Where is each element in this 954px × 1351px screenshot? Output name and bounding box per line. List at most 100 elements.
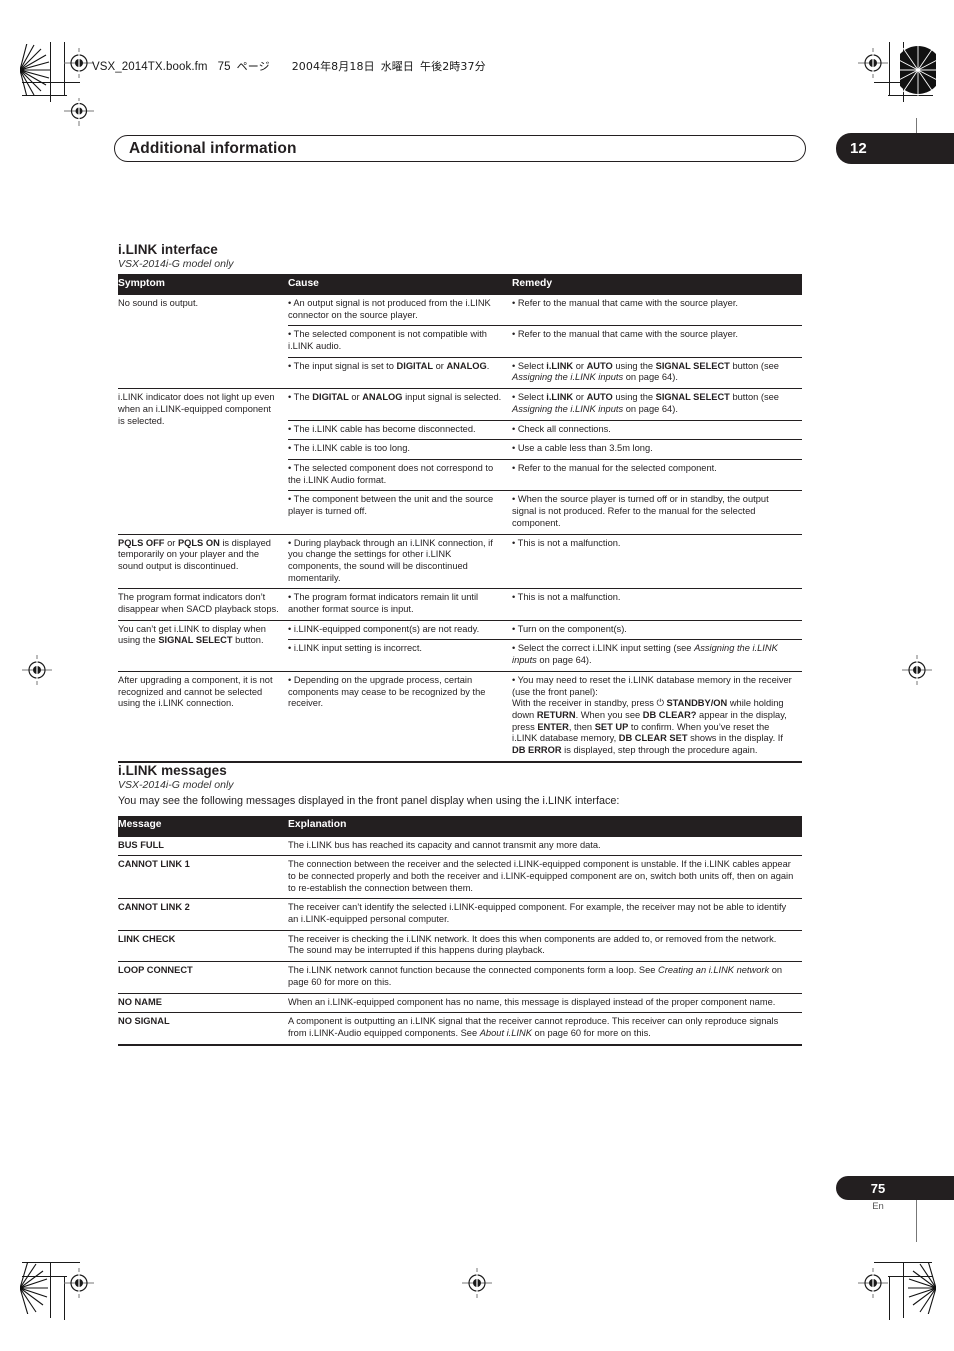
cell-cause: • The i.LINK cable has become disconnect…	[288, 419, 512, 440]
table-row: PQLS OFF or PQLS ON is displayed tempora…	[118, 533, 802, 589]
color-fan-top-right	[900, 44, 936, 96]
chapter-number: 12	[850, 140, 867, 157]
cell-remedy: • This is not a malfunction.	[512, 588, 802, 621]
registration-mark-top-left-lower	[64, 96, 94, 126]
color-fan-top-left	[20, 44, 54, 96]
registration-mark-bottom-right	[858, 1268, 888, 1298]
cell-explanation: The i.LINK bus has reached its capacity …	[288, 839, 601, 850]
table-row: BUS FULL The i.LINK bus has reached its c…	[118, 837, 802, 856]
cell-symptom: PQLS OFF or PQLS ON is displayed tempora…	[118, 533, 288, 589]
messages-table: Message Explanation BUS FULL The i.LINK b…	[118, 815, 802, 1046]
cell-message: NO SIGNAL	[118, 1012, 288, 1046]
cell-message: NO NAME	[118, 992, 288, 1013]
registration-mark-top-left	[64, 48, 94, 78]
file-header-weekday: 水曜日	[380, 60, 414, 73]
column-header-symptom: Symptom	[118, 274, 288, 295]
page-language-code: En	[872, 1201, 884, 1212]
table-row: The program format indicators don’t disa…	[118, 588, 802, 621]
file-header-date: 2004年8月18日	[291, 60, 375, 73]
crop-line-top-right-v2	[889, 42, 891, 96]
table-row: You can’t get i.LINK to display when usi…	[118, 619, 802, 672]
table-row: LINK CHECK The receiver is checking the i…	[118, 929, 802, 962]
section-lead-messages: You may see the following messages displ…	[118, 794, 620, 807]
cell-cause: • The i.LINK cable is too long.	[288, 439, 512, 460]
cell-symptom: You can’t get i.LINK to display when usi…	[118, 619, 288, 672]
page-number: 75	[870, 1180, 886, 1196]
cell-cause: • During playback through an i.LINK conn…	[288, 533, 512, 589]
file-header-filename: VSX_2014TX.book.fm	[92, 61, 208, 73]
cell-message: LINK CHECK	[118, 929, 288, 962]
registration-mark-bottom-left	[64, 1268, 94, 1298]
cell-symptom: i.LINK indicator does not light up even …	[118, 388, 288, 535]
crop-line-bottom-right-v2	[889, 1276, 891, 1320]
cell-cause: • The input signal is set to DIGITAL or …	[288, 356, 512, 389]
section-model-note-messages: VSX-2014i-G model only	[118, 778, 234, 791]
cell-message: LOOP CONNECT	[118, 961, 288, 994]
cell-remedy: • Turn on the component(s).	[512, 619, 802, 640]
cell-explanation: The receiver can’t identify the selected…	[288, 898, 802, 931]
cell-symptom: No sound is output.	[118, 297, 199, 308]
table-header-row: Message Explanation	[118, 815, 802, 837]
cell-remedy: • Refer to the manual that came with the…	[512, 325, 802, 358]
section-model-note-interface: VSX-2014i-G model only	[118, 258, 234, 270]
cell-cause: • The program format indicators remain l…	[288, 588, 512, 621]
cell-remedy: • When the source player is turned off o…	[512, 490, 802, 535]
cell-message: CANNOT LINK 1	[118, 855, 288, 899]
column-header-cause: Cause	[288, 274, 512, 295]
registration-mark-bottom-center	[462, 1268, 492, 1298]
color-fan-bottom-left	[20, 1262, 54, 1314]
cell-cause: • The DIGITAL or ANALOG input signal is …	[288, 388, 512, 421]
table-header-row: Symptom Cause Remedy	[118, 274, 802, 295]
cell-cause: • The component between the unit and the…	[288, 490, 512, 535]
file-header-page-unit: ページ	[236, 60, 270, 73]
cell-remedy: • Check all connections.	[512, 419, 802, 440]
section-heading-ilink-interface: i.LINK interface	[118, 242, 218, 257]
cell-explanation: The receiver is checking the i.LINK netw…	[288, 929, 802, 962]
table-row: LOOP CONNECT The i.LINK network cannot fu…	[118, 961, 802, 994]
chapter-title-pill: Additional information	[114, 135, 806, 162]
cell-message: BUS FULL	[118, 839, 164, 850]
cell-remedy: • This is not a malfunction.	[512, 533, 802, 589]
cell-cause: • An output signal is not produced from …	[288, 297, 491, 320]
messages-table-body: BUS FULL The i.LINK bus has reached its c…	[118, 837, 802, 1046]
table-row: CANNOT LINK 2 The receiver can’t identify…	[118, 898, 802, 931]
cell-remedy: • Use a cable less than 3.5m long.	[512, 439, 802, 460]
column-header-remedy: Remedy	[512, 274, 802, 295]
cell-remedy: • Refer to the manual that came with the…	[512, 297, 738, 308]
troubleshooting-table: Symptom Cause Remedy No sound is output.…	[118, 274, 802, 763]
table-row: After upgrading a component, it is not r…	[118, 670, 802, 763]
chapter-title-bar: Additional information	[114, 135, 806, 162]
cell-remedy: • Select i.LINK or AUTO using the SIGNAL…	[512, 356, 802, 389]
table-row: NO SIGNAL A component is outputting an i.…	[118, 1012, 802, 1046]
registration-mark-left-middle	[22, 655, 52, 685]
chapter-number-badge: 12	[836, 133, 954, 164]
section-heading-ilink-messages: i.LINK messages	[118, 762, 227, 778]
cell-message: CANNOT LINK 2	[118, 898, 288, 931]
table-row: i.LINK indicator does not light up even …	[118, 388, 802, 535]
cell-cause: • Depending on the upgrade process, cert…	[288, 670, 512, 763]
column-header-message: Message	[118, 815, 288, 837]
table-row: CANNOT LINK 1 The connection between the …	[118, 855, 802, 899]
cell-explanation: The connection between the receiver and …	[288, 855, 802, 899]
table-row: No sound is output. • An output signal is…	[118, 295, 802, 326]
cell-symptom: After upgrading a component, it is not r…	[118, 670, 288, 763]
cell-explanation: A component is outputting an i.LINK sign…	[288, 1012, 802, 1046]
color-fan-bottom-right	[900, 1262, 936, 1314]
cell-remedy: • You may need to reset the i.LINK datab…	[512, 670, 802, 763]
registration-mark-right-middle	[902, 655, 932, 685]
main-content: i.LINK interface VSX-2014i-G model only …	[118, 242, 802, 1046]
cell-remedy: • Refer to the manual for the selected c…	[512, 458, 802, 491]
cell-cause: • i.LINK-equipped component(s) are not r…	[288, 619, 512, 640]
cell-remedy: • Select the correct i.LINK input settin…	[512, 639, 802, 672]
table-row: NO NAME When an i.LINK-equipped component…	[118, 992, 802, 1013]
cell-cause: • The selected component is not compatib…	[288, 325, 512, 358]
registration-mark-top-right	[858, 48, 888, 78]
cell-symptom: The program format indicators don’t disa…	[118, 588, 288, 621]
troubleshooting-table-body: No sound is output. • An output signal is…	[118, 295, 802, 763]
file-header: VSX_2014TX.book.fm 75 ページ 2004年8月18日 水曜日 午後2時…	[92, 58, 486, 74]
cell-cause: • The selected component does not corres…	[288, 458, 512, 491]
file-header-time: 午後2時37分	[420, 60, 486, 73]
file-header-page-label: 75	[217, 61, 231, 73]
cell-cause: • i.LINK input setting is incorrect.	[288, 639, 512, 672]
cell-remedy: • Select i.LINK or AUTO using the SIGNAL…	[512, 388, 802, 421]
